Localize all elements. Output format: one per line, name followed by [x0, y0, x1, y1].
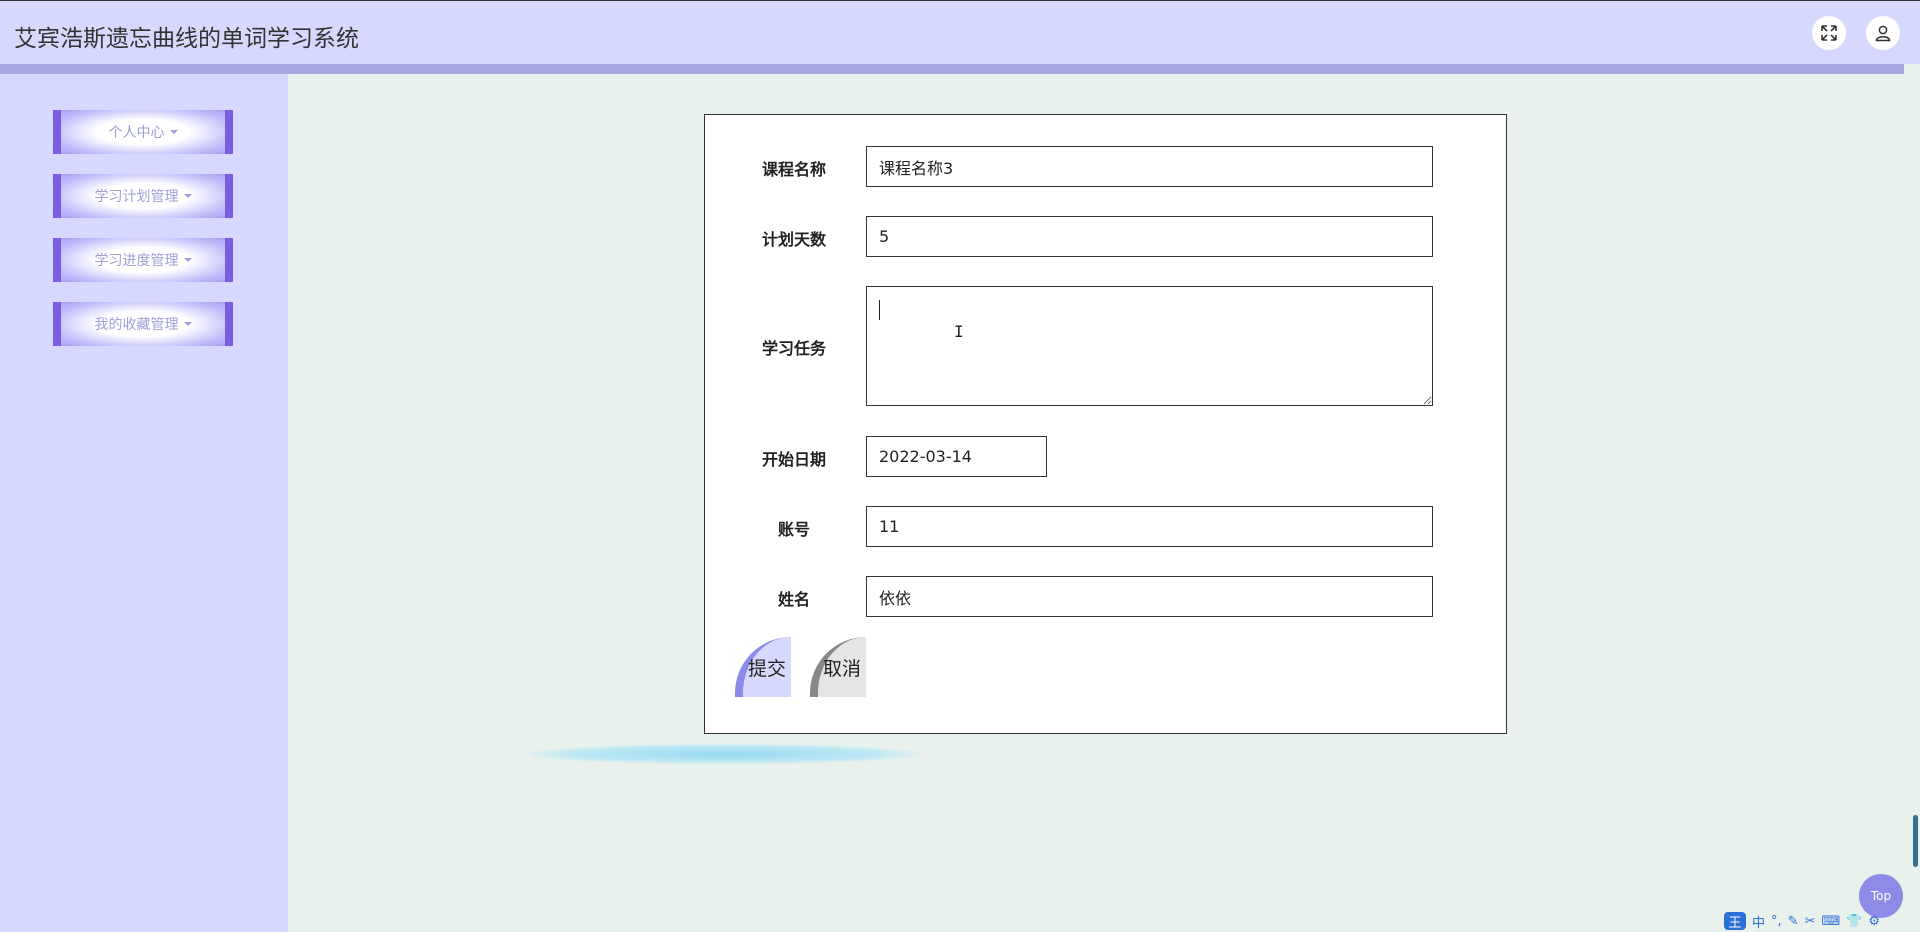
cancel-button[interactable]: 取消: [810, 637, 866, 697]
ime-scissors-icon[interactable]: ✂: [1805, 914, 1816, 929]
ime-skin-icon[interactable]: 👕: [1846, 914, 1862, 929]
sidebar-item-label: 学习计划管理: [94, 189, 179, 205]
submit-button[interactable]: 提交: [735, 637, 791, 697]
sidebar-item-label: 我的收藏管理: [94, 317, 179, 333]
name-label: 姓名: [777, 590, 810, 609]
expand-arrows-icon: [1821, 25, 1837, 41]
caret-down-icon: [183, 258, 192, 262]
user-button[interactable]: [1866, 16, 1900, 50]
app-title: 艾宾浩斯遗忘曲线的单词学习系统: [14, 26, 359, 52]
app-header: 艾宾浩斯遗忘曲线的单词学习系统: [0, 0, 1920, 64]
account-input[interactable]: [866, 506, 1433, 547]
ime-logo[interactable]: 王: [1724, 912, 1746, 931]
ime-toolbar: 王 中 °, ✎ ✂ ⌨ 👕 ⚙: [1724, 910, 1880, 932]
sidebar-item-study-plan[interactable]: 学习计划管理: [53, 174, 233, 218]
plan-days-label: 计划天数: [761, 230, 826, 249]
ime-pen-icon[interactable]: ✎: [1788, 914, 1799, 929]
course-name-input[interactable]: [866, 146, 1433, 187]
text-caret: [879, 300, 880, 320]
scrollbar-thumb[interactable]: [1913, 815, 1918, 867]
plan-days-input[interactable]: [866, 216, 1433, 257]
start-date-input[interactable]: [866, 436, 1047, 477]
ime-chinese-mode-icon[interactable]: 中: [1752, 912, 1765, 931]
start-date-label: 开始日期: [761, 450, 826, 469]
sidebar-item-study-progress[interactable]: 学习进度管理: [53, 238, 233, 282]
sidebar-item-label: 学习进度管理: [94, 253, 179, 269]
study-task-label: 学习任务: [761, 339, 826, 358]
sidebar: 个人中心 学习计划管理 学习进度管理 我的收藏管理: [0, 74, 288, 932]
ibeam-cursor-icon: I: [954, 322, 964, 341]
study-task-textarea[interactable]: [866, 286, 1433, 406]
user-icon: [1875, 25, 1891, 42]
ime-keyboard-icon[interactable]: ⌨: [1821, 914, 1840, 929]
header-divider: [0, 64, 1904, 74]
sidebar-item-personal-center[interactable]: 个人中心: [53, 110, 233, 154]
caret-down-icon: [169, 130, 178, 134]
course-name-label: 课程名称: [761, 160, 826, 179]
sidebar-item-label: 个人中心: [108, 125, 165, 141]
caret-down-icon: [183, 322, 192, 326]
name-input[interactable]: [866, 576, 1433, 617]
fullscreen-button[interactable]: [1812, 16, 1846, 50]
caret-down-icon: [183, 194, 192, 198]
decorative-swoosh: [530, 744, 920, 764]
sidebar-item-my-favorites[interactable]: 我的收藏管理: [53, 302, 233, 346]
ime-punctuation-icon[interactable]: °,: [1771, 914, 1782, 929]
ime-settings-icon[interactable]: ⚙: [1868, 914, 1880, 929]
study-plan-form: 课程名称 计划天数 学习任务 I 开始日期 账号 姓名 提交 取消: [704, 114, 1507, 734]
account-label: 账号: [777, 520, 810, 539]
